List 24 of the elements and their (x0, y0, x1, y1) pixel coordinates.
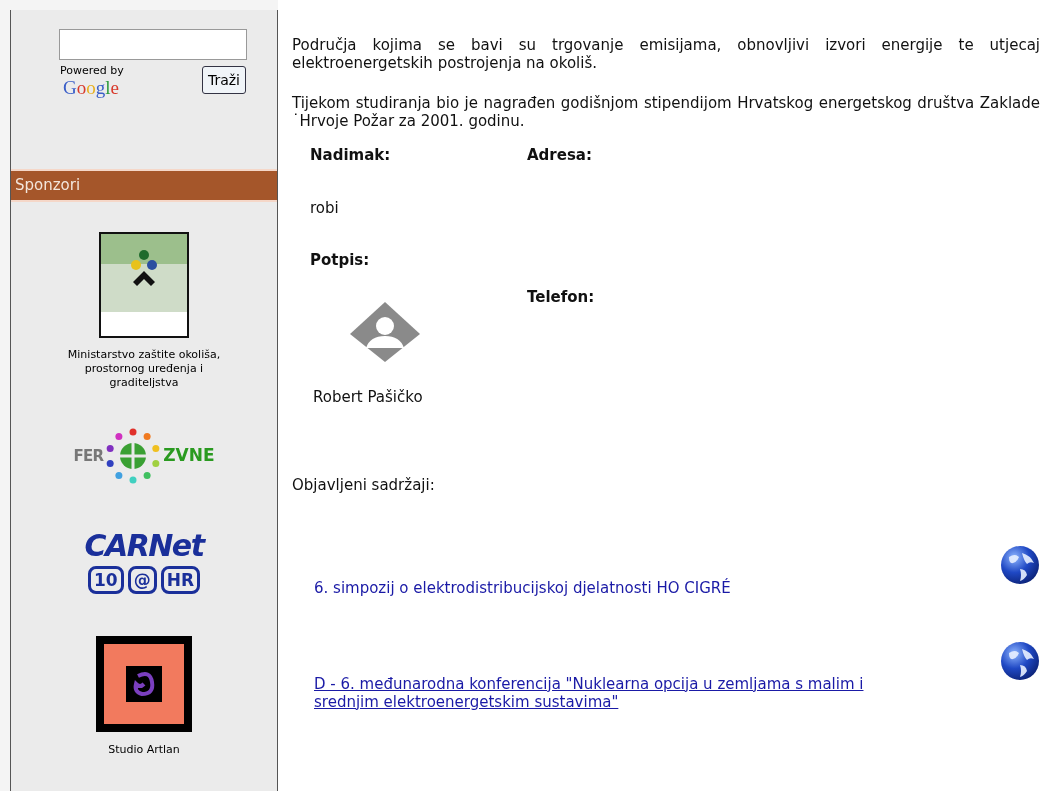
field-label: Nadimak: (310, 145, 392, 166)
author-name: Robert Pašičko (313, 386, 423, 408)
bio-paragraph: Područja kojima se bavi su trgovanje emisijama, obnovljivi izvori energije te utjecaj elektroenergetskih postrojenja na okoliš. (292, 36, 1040, 72)
search-field[interactable] (59, 29, 247, 60)
publications-heading: Objavljeni sadržaji: (292, 475, 436, 496)
sponsor-logo[interactable]: FER ZVNE (73, 426, 215, 486)
sponsor-logo[interactable] (99, 232, 189, 338)
field-label: Telefon: (527, 286, 596, 308)
powered-by-label: Powered by (60, 64, 124, 77)
globe-icon[interactable] (1000, 640, 1040, 681)
sponsor-logo[interactable]: CARNet 10 @ HR (84, 530, 204, 594)
search-button[interactable]: Traži (201, 66, 246, 94)
bio-paragraph: Tijekom studiranja bio je nagrađen godišnjom stipendijom Hrvatskog energetskog društva Zaklade ˙Hrvoje Požar za 2001. godinu. (292, 94, 1040, 130)
nickname-value: robi (309, 197, 340, 219)
google-logo[interactable]: Google (63, 77, 119, 99)
publication-link[interactable]: 6. simpozij o elektrodistribucijskoj djelatnosti HO CIGRÉ (314, 578, 884, 597)
field-label: Potpis: (309, 250, 371, 271)
publication-link[interactable]: D - 6. međunarodna konferencija "Nuklearna opcija u zemljama s malim i srednjim elektroenergetskim sustavima" (314, 674, 884, 711)
sponsor-caption: Studio Artlan (108, 742, 180, 758)
globe-icon[interactable] (1000, 544, 1040, 585)
sponsor-logo[interactable] (96, 636, 192, 732)
field-label: Adresa: (527, 145, 593, 166)
sponsors-heading: Sponzori (11, 169, 277, 202)
sponsor-caption: Ministarstvo zaštite okoliša, prostornog uređenja i graditeljstva (66, 348, 222, 390)
